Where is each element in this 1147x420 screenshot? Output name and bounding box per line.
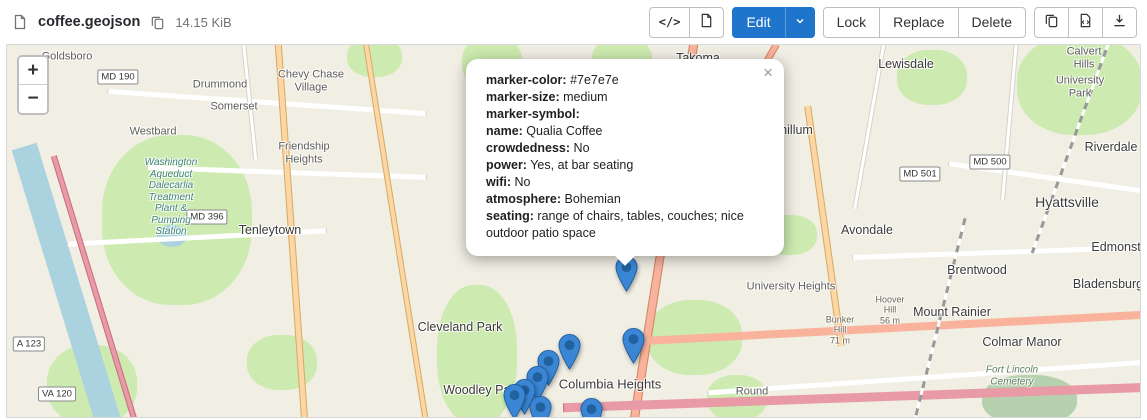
raw-action-group <box>1034 7 1137 38</box>
copy-contents-button[interactable] <box>1034 7 1069 38</box>
popup-close-icon[interactable]: × <box>760 63 776 83</box>
zoom-out-button[interactable]: − <box>19 85 47 113</box>
popup-property: power: Yes, at bar seating <box>486 157 764 174</box>
map-marker[interactable] <box>622 328 645 364</box>
chevron-down-icon <box>794 14 806 30</box>
file-action-group: Lock Replace Delete <box>823 7 1026 38</box>
map-marker[interactable] <box>580 398 603 418</box>
toolbar-actions: </> Edit Lock Replace Delete <box>649 7 1137 38</box>
view-source-button[interactable]: </> <box>649 7 691 38</box>
map-marker[interactable] <box>503 384 526 418</box>
code-icon: </> <box>659 15 681 29</box>
popup-property: seating: range of chairs, tables, couche… <box>486 208 764 242</box>
map-canvas[interactable]: GoldsboroTakomaLewisdaleCalvert HillsUni… <box>6 44 1141 418</box>
popup-property: wifi: No <box>486 174 764 191</box>
popup-property: marker-color: #7e7e7e <box>486 72 764 89</box>
edit-split-button: Edit <box>732 7 814 38</box>
lock-button[interactable]: Lock <box>823 7 881 38</box>
replace-button[interactable]: Replace <box>879 7 958 38</box>
file-size: 14.15 KiB <box>175 15 231 30</box>
popup-property: marker-symbol: <box>486 106 764 123</box>
popup-properties: marker-color: #7e7e7emarker-size: medium… <box>486 72 764 242</box>
edit-button[interactable]: Edit <box>732 7 784 38</box>
popup-property: marker-size: medium <box>486 89 764 106</box>
popup-property: name: Qualia Coffee <box>486 123 764 140</box>
document-icon <box>699 13 714 31</box>
popup-property: atmosphere: Bohemian <box>486 191 764 208</box>
file-name: coffee.geojson <box>38 14 140 30</box>
download-button[interactable] <box>1102 7 1137 38</box>
copy-path-icon[interactable] <box>148 13 167 32</box>
edit-dropdown-button[interactable] <box>785 7 815 38</box>
file-code-icon <box>1078 13 1093 31</box>
zoom-control: + − <box>17 55 49 115</box>
file-icon <box>10 12 30 32</box>
file-info: coffee.geojson 14.15 KiB <box>10 12 641 32</box>
download-icon <box>1112 13 1127 31</box>
clipboard-icon <box>1044 13 1059 31</box>
map-marker[interactable] <box>558 334 581 370</box>
delete-button[interactable]: Delete <box>958 7 1026 38</box>
map-marker[interactable] <box>529 396 552 418</box>
view-toggle-group: </> <box>649 7 725 38</box>
file-toolbar: coffee.geojson 14.15 KiB </> Edit <box>0 0 1147 44</box>
popup-property: crowdedness: No <box>486 140 764 157</box>
zoom-in-button[interactable]: + <box>19 57 47 85</box>
open-raw-button[interactable] <box>1068 7 1103 38</box>
view-rendered-button[interactable] <box>689 7 724 38</box>
feature-popup: × marker-color: #7e7e7emarker-size: medi… <box>466 59 784 256</box>
